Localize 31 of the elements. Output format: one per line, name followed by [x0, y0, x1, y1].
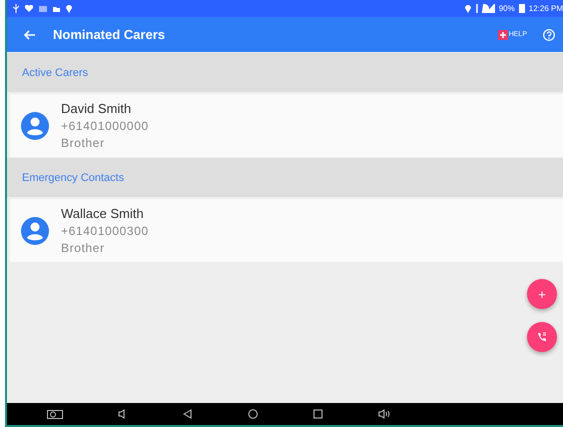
- camera-icon[interactable]: [47, 409, 63, 419]
- folder-icon: [53, 6, 60, 12]
- contact-name: Wallace Smith: [61, 206, 145, 221]
- home-icon[interactable]: [248, 409, 258, 419]
- back-arrow-icon[interactable]: [23, 30, 35, 40]
- contact-phone: +61401000000: [61, 119, 149, 133]
- person-avatar-icon: [21, 216, 49, 244]
- plus-icon: [498, 30, 508, 40]
- help-icon[interactable]: [543, 28, 555, 40]
- usb-icon: [13, 4, 19, 13]
- recents-icon[interactable]: [313, 409, 323, 419]
- location-icon: [66, 4, 72, 12]
- clock-time: 12:26 PM: [528, 4, 563, 13]
- contact-phone: +61401000300: [61, 224, 149, 238]
- call-button[interactable]: [527, 322, 557, 352]
- heart-icon: [25, 5, 33, 12]
- contact-card[interactable]: David Smith +61401000000 Brother: [10, 94, 563, 157]
- section-title: Emergency Contacts: [22, 172, 124, 184]
- contact-relation: Brother: [61, 136, 106, 150]
- screen-title: Nominated Carers: [53, 27, 165, 42]
- battery-icon: [518, 4, 525, 13]
- person-avatar-icon: [21, 112, 49, 140]
- location-icon: [464, 4, 471, 12]
- section-title: Active Carers: [22, 66, 88, 78]
- phone-icon: [537, 332, 547, 342]
- contact-relation: Brother: [61, 241, 106, 255]
- volume-up-icon[interactable]: [378, 409, 391, 419]
- contact-name: David Smith: [61, 101, 132, 116]
- back-icon[interactable]: [183, 409, 193, 419]
- battery-percent: 90%: [498, 4, 515, 13]
- contact-card[interactable]: Wallace Smith +61401000300 Brother: [10, 199, 563, 262]
